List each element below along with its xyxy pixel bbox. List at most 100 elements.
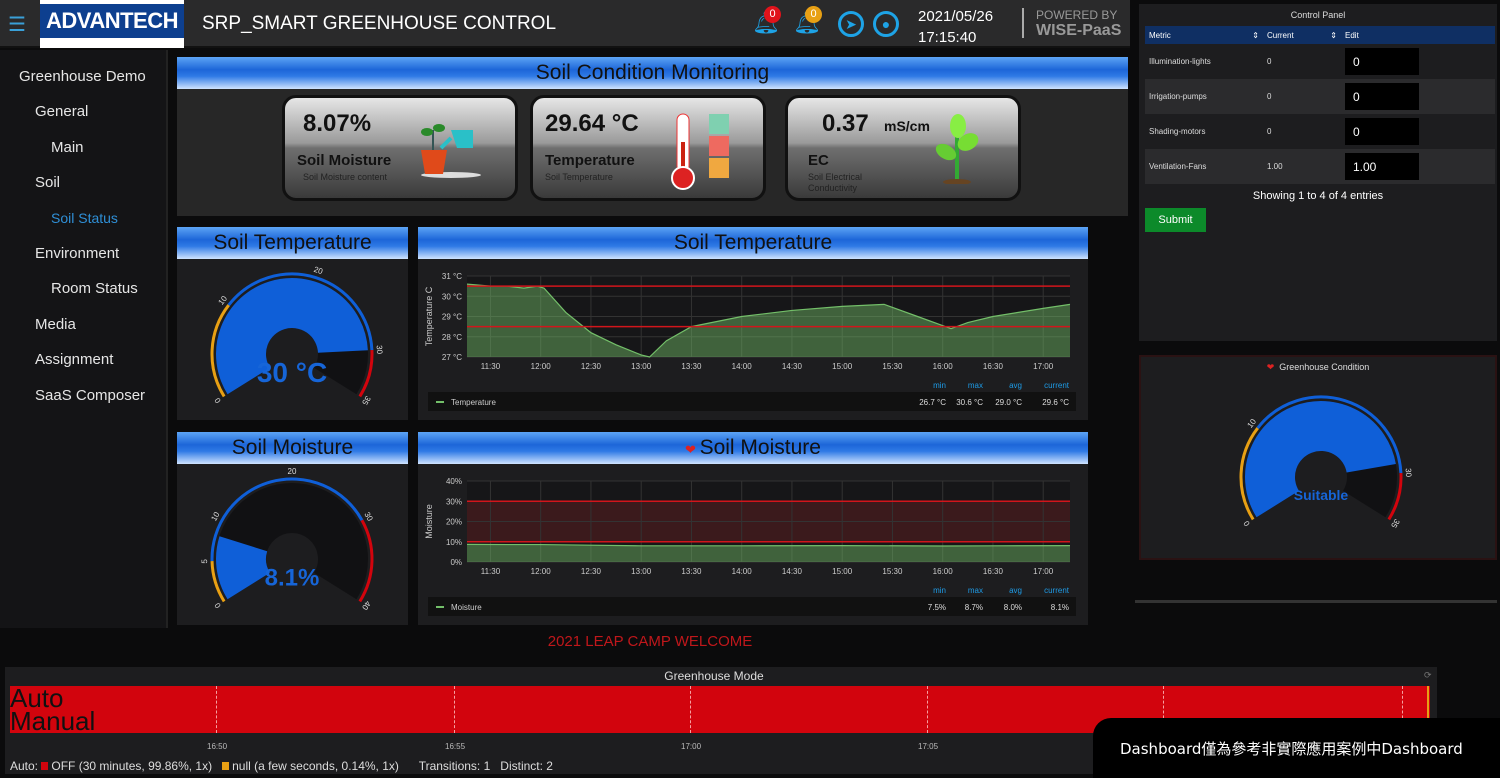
sidebar-item-environment[interactable]: Environment (35, 245, 119, 262)
soil-moisture-chart-title: ❤ Soil Moisture (418, 432, 1088, 464)
metric-name: Ventilation-Fans (1145, 149, 1263, 184)
gauge-tick-label: 20 (288, 467, 297, 476)
column-metric[interactable]: Metric ⇕ (1145, 26, 1263, 44)
greenhouse-condition-gauge: 0103035Suitable (1239, 395, 1413, 530)
sidebar-item-main[interactable]: Main (51, 139, 84, 156)
legend-series-name: Moisture (451, 603, 482, 612)
y-tick-label: 30 °C (442, 292, 462, 301)
advantech-logo[interactable]: ADVANTECH (40, 0, 184, 48)
gauge-tick-label: 20 (313, 265, 325, 276)
grid-line (216, 686, 217, 733)
off-color-swatch (41, 762, 49, 770)
sidebar-item-soil[interactable]: Soil (35, 174, 60, 191)
heart-icon: ❤ (1266, 362, 1275, 372)
legend-header: current (1044, 381, 1070, 390)
gauge-tick-label: 30 (375, 345, 384, 355)
temperature-card: 29.64 °C Temperature Soil Temperature (530, 95, 766, 201)
submit-button[interactable]: Submit (1145, 208, 1206, 232)
x-tick-label: 12:30 (581, 362, 602, 371)
condition-title: ❤ Greenhouse Condition (1141, 357, 1495, 373)
x-tick-label: 12:00 (531, 567, 552, 576)
x-tick-label: 11:30 (481, 567, 501, 576)
user-profile-icon[interactable]: ● (873, 11, 899, 37)
legend-null: null (a few seconds, 0.14%, 1x) (232, 759, 399, 773)
edit-value-input[interactable] (1345, 153, 1419, 180)
card-subtitle: Soil Temperature (545, 172, 613, 182)
logo-text: ADVANTECH (40, 4, 184, 38)
time-tick: 17:05 (918, 742, 939, 751)
y-tick-label: 27 °C (442, 353, 462, 362)
legend-header: current (1044, 586, 1070, 595)
app-title: SRP_SMART GREENHOUSE CONTROL (202, 13, 557, 34)
sort-icon: ⇕ (1330, 30, 1337, 40)
y-axis-label: Temperature C (424, 286, 434, 346)
sidebar-item-room-status[interactable]: Room Status (51, 280, 138, 297)
edit-value-input[interactable] (1345, 48, 1419, 75)
powered-by-text: POWERED BY (1036, 8, 1118, 22)
sidebar-item-media[interactable]: Media (35, 316, 76, 333)
column-label: Current (1267, 30, 1294, 40)
x-tick-label: 16:30 (983, 567, 1004, 576)
alert-bell-orange[interactable]: 🔔︎ 0 (793, 6, 822, 36)
y-tick-label: 28 °C (442, 333, 462, 342)
legend-header: min (933, 586, 946, 595)
soil-temperature-gauge: 01020303530 °C (210, 265, 384, 407)
x-tick-label: 14:30 (782, 567, 803, 576)
y-tick-label: 0% (450, 558, 462, 567)
gauge-value-text: Suitable (1294, 487, 1349, 503)
table-row: Shading-motors 0 (1145, 114, 1495, 149)
divider (1135, 600, 1497, 603)
time-tick: 16:55 (445, 742, 466, 751)
refresh-icon[interactable]: ⟳ (1424, 670, 1432, 681)
table-row: Ventilation-Fans 1.00 (1145, 149, 1495, 184)
x-tick-label: 14:00 (732, 567, 753, 576)
y-tick-label: 31 °C (442, 272, 462, 281)
metric-name: Illumination-lights (1149, 57, 1211, 66)
soil-temperature-chart-title: Soil Temperature (418, 227, 1088, 259)
sidebar-item-assignment[interactable]: Assignment (35, 351, 113, 368)
legend-series-name: Temperature (451, 398, 496, 407)
card-subtitle: Soil Electrical Conductivity (808, 172, 863, 193)
gauge-tick-label: 0 (213, 601, 223, 610)
soil-monitoring-title: Soil Condition Monitoring (177, 57, 1128, 89)
x-tick-label: 17:00 (1033, 567, 1054, 576)
column-current[interactable]: Current ⇕ (1263, 26, 1341, 44)
condition-title-text: Greenhouse Condition (1279, 362, 1370, 372)
column-label: Metric (1149, 30, 1171, 40)
legend-swatch (436, 606, 444, 608)
y-tick-label: 29 °C (442, 313, 462, 322)
x-tick-label: 16:30 (983, 362, 1004, 371)
hamburger-icon[interactable]: ☰ (8, 12, 26, 37)
share-icon[interactable]: ➤ (838, 11, 864, 37)
chart-title-text: Soil Moisture (699, 436, 821, 459)
sidebar-item-soil-status[interactable]: Soil Status (51, 210, 118, 226)
control-panel-title: Control Panel (1290, 10, 1346, 20)
greenhouse-mode-title: Greenhouse Mode (664, 669, 764, 683)
legend-distinct: Distinct: 2 (500, 759, 553, 773)
edit-value-input[interactable] (1345, 83, 1419, 110)
sidebar-item-general[interactable]: General (35, 103, 88, 120)
sidebar-item-saas-composer[interactable]: SaaS Composer (35, 387, 145, 404)
soil-cards-panel: 8.07% Soil Moisture Soil Moisture conten… (177, 89, 1128, 216)
y-tick-label: 30% (446, 497, 462, 506)
metric-name: Shading-motors (1149, 127, 1206, 136)
soil-temperature-chart-panel: 27 °C 28 °C 29 °C 30 °C 31 °C 11:30 12:00 12:30… (418, 259, 1088, 420)
platform-name: WISE-PaaS (1036, 22, 1122, 39)
x-tick-label: 13:30 (681, 567, 702, 576)
gauge-tick-label: 5 (200, 558, 209, 563)
top-bar: ☰ ADVANTECH SRP_SMART GREENHOUSE CONTROL… (0, 0, 1130, 48)
edit-value-input[interactable] (1345, 118, 1419, 145)
edit-cell (1341, 149, 1495, 184)
legend-header: avg (1009, 381, 1022, 390)
x-tick-label: 15:00 (832, 362, 853, 371)
legend-prefix: Auto: (10, 759, 39, 773)
alert-bell-red[interactable]: 🔔︎ 0 (752, 6, 781, 36)
x-tick-label: 17:00 (1033, 362, 1054, 371)
sidebar-item-greenhouse-demo[interactable]: Greenhouse Demo (19, 68, 146, 85)
disclaimer-overlay: Dashboard僅為參考非實際應用案例中Dashboard (1093, 718, 1500, 778)
ec-card: 0.37 mS/cm EC Soil Electrical Conductivi… (785, 95, 1021, 201)
grid-line (927, 686, 928, 733)
x-tick-label: 15:30 (882, 567, 903, 576)
edit-cell (1341, 44, 1495, 79)
x-tick-label: 16:00 (933, 567, 954, 576)
